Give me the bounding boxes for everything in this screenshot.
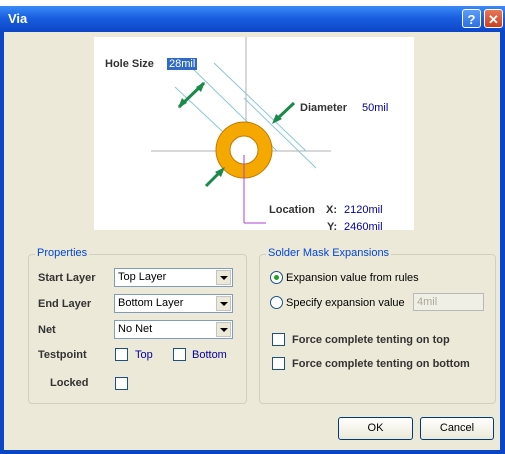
end-layer-label: End Layer [38,298,92,310]
location-y-value[interactable]: 2460mil [344,221,383,233]
ok-button[interactable]: OK [338,417,413,440]
location-x-label: X: [326,204,337,216]
start-layer-value: Top Layer [118,271,167,283]
specify-expansion-radio[interactable] [270,296,283,309]
help-button[interactable]: ? [462,9,481,28]
net-label: Net [38,324,56,336]
start-layer-select[interactable]: Top Layer [114,268,233,287]
tent-top-checkbox[interactable] [272,333,285,346]
testpoint-top-checkbox[interactable] [115,348,128,361]
diameter-value[interactable]: 50mil [362,102,388,114]
chevron-down-icon[interactable] [216,296,231,311]
tent-bottom-checkbox[interactable] [272,357,285,370]
specify-expansion-label[interactable]: Specify expansion value [286,297,405,309]
close-button[interactable]: ✕ [484,9,503,28]
end-layer-select[interactable]: Bottom Layer [114,294,233,313]
title-bar[interactable]: Via ? ✕ [0,6,505,32]
location-label: Location [269,204,315,216]
expansion-from-rules-label[interactable]: Expansion value from rules [286,272,419,284]
testpoint-bottom-label[interactable]: Bottom [192,349,227,361]
window-title: Via [8,11,28,26]
expansion-from-rules-radio[interactable] [270,271,283,284]
testpoint-bottom-checkbox[interactable] [173,348,186,361]
locked-label: Locked [50,377,89,389]
hole-size-value[interactable]: 28mil [167,58,198,70]
tent-bottom-label[interactable]: Force complete tenting on bottom [292,358,470,370]
net-value: No Net [118,323,153,335]
locked-checkbox[interactable] [115,377,128,390]
diameter-arrow-top-shaft [275,101,296,121]
start-layer-label: Start Layer [38,272,96,284]
chevron-down-icon[interactable] [216,322,231,337]
via-diagram: Hole Size 28mil Diameter 50mil Location … [94,37,414,233]
window-frame-bottom [0,450,505,454]
testpoint-label: Testpoint [38,349,87,361]
hole-size-label: Hole Size [105,58,154,70]
location-x-value[interactable]: 2120mil [344,204,383,216]
cancel-button[interactable]: Cancel [420,417,494,440]
properties-group-title: Properties [35,247,90,259]
solder-mask-group-title: Solder Mask Expansions [266,247,392,259]
window-frame-right [500,32,505,454]
chevron-down-icon[interactable] [216,270,231,285]
end-layer-value: Bottom Layer [118,297,184,309]
specify-expansion-input[interactable]: 4mil [413,293,484,311]
hole-size-value-wrapper[interactable]: 28mil [167,58,198,70]
tent-top-label[interactable]: Force complete tenting on top [292,334,450,346]
testpoint-top-label[interactable]: Top [135,349,153,361]
via-dialog: Via ? ✕ Hole Size 28mil Diameter 50mil L… [0,0,505,454]
location-y-label: Y: [327,221,338,233]
diameter-label: Diameter [300,102,348,114]
net-select[interactable]: No Net [114,320,233,339]
